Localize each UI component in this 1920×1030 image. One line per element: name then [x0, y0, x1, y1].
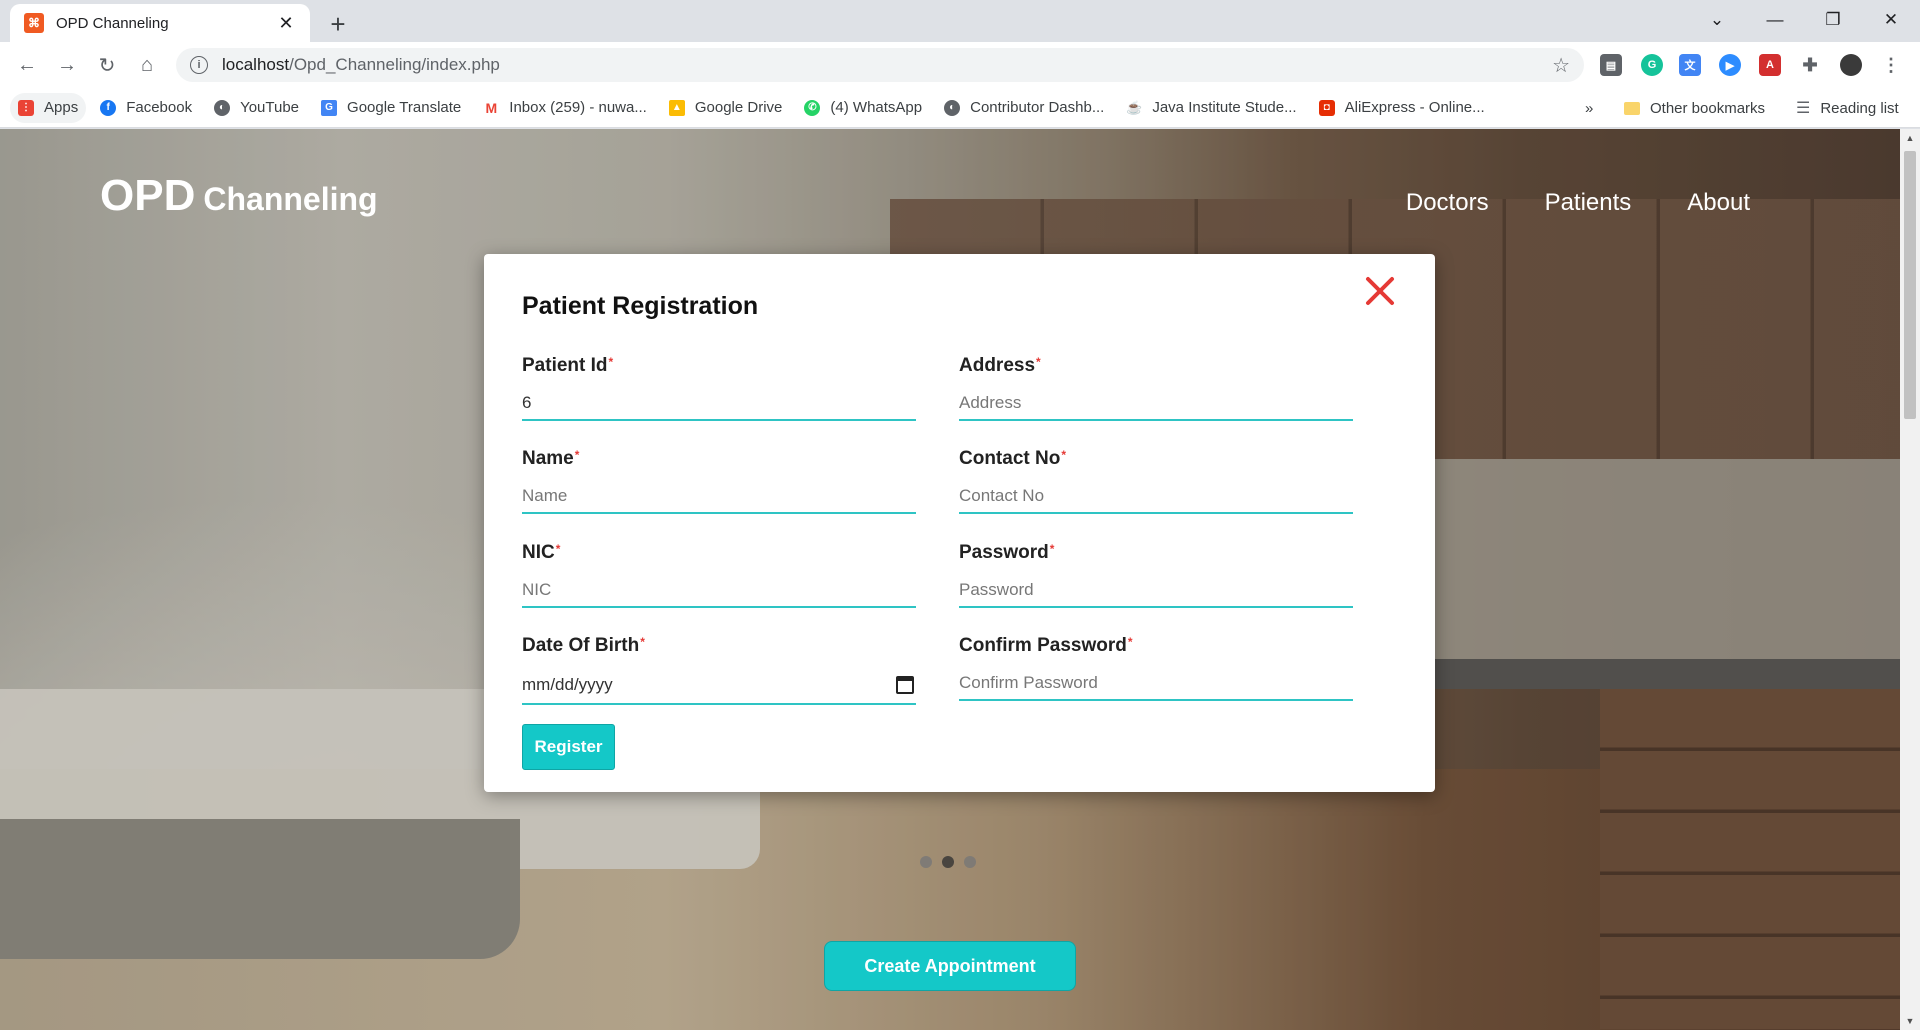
bookmarks-overflow-button[interactable]: » [1585, 88, 1593, 128]
create-appointment-button[interactable]: Create Appointment [824, 941, 1076, 991]
bookmark-google-translate[interactable]: G Google Translate [313, 93, 469, 123]
gmail-icon: M [483, 99, 500, 116]
bookmark-java-institute[interactable]: ☕ Java Institute Stude... [1118, 93, 1304, 123]
address-input[interactable] [959, 387, 1353, 421]
bookmark-star-icon[interactable]: ☆ [1552, 53, 1570, 78]
other-bookmarks-folder[interactable]: Other bookmarks [1624, 88, 1765, 128]
facebook-icon: f [100, 99, 117, 116]
carousel-indicators [920, 856, 976, 868]
contact-no-field: Contact No* [959, 448, 1353, 514]
java-icon: ☕ [1126, 99, 1143, 116]
bookmarks-bar: ⋮ Apps f Facebook ◐ YouTube G Google Tra… [0, 88, 1920, 128]
bookmark-facebook[interactable]: f Facebook [92, 93, 200, 123]
nav-doctors[interactable]: Doctors [1406, 189, 1489, 217]
scroll-down-arrow-icon[interactable]: ▼ [1905, 1016, 1915, 1026]
globe-icon: ◐ [214, 99, 231, 116]
scrollbar-thumb[interactable] [1904, 151, 1916, 419]
browser-tab[interactable]: ⌘ OPD Channeling ✕ [10, 4, 310, 42]
carousel-dot[interactable] [964, 856, 976, 868]
whatsapp-icon: ✆ [804, 99, 821, 116]
google-drive-icon: ▲ [668, 99, 685, 116]
nic-field: NIC* [522, 542, 916, 608]
pdf-extension-icon[interactable]: A [1759, 54, 1781, 76]
extensions-puzzle-icon[interactable]: ✚ [1799, 54, 1821, 76]
close-tab-icon[interactable]: ✕ [276, 13, 296, 34]
tab-strip: ⌘ OPD Channeling ✕ + ⌄ — ❐ ✕ [0, 0, 1920, 42]
bookmark-apps[interactable]: ⋮ Apps [10, 92, 87, 123]
confirm-password-input[interactable] [959, 667, 1353, 701]
url-text[interactable]: localhost/Opd_Channeling/index.php [222, 55, 1552, 75]
nav-patients[interactable]: Patients [1545, 189, 1632, 217]
tab-title: OPD Channeling [56, 14, 169, 32]
password-field: Password* [959, 542, 1353, 608]
browser-toolbar: ← → ↻ ⌂ i localhost/Opd_Channeling/index… [0, 42, 1920, 88]
name-input[interactable] [522, 480, 916, 514]
confirm-password-field: Confirm Password* [959, 635, 1353, 701]
bookmark-google-drive[interactable]: ▲ Google Drive [661, 93, 791, 123]
close-icon[interactable] [1363, 274, 1397, 308]
home-icon[interactable]: ⌂ [132, 50, 162, 80]
restore-button[interactable]: ❐ [1804, 0, 1862, 40]
menu-kebab-icon[interactable]: ⋮ [1880, 54, 1902, 76]
nav-about[interactable]: About [1687, 189, 1750, 217]
forward-icon[interactable]: → [52, 50, 82, 80]
carousel-dot-active[interactable] [942, 856, 954, 868]
reload-icon[interactable]: ↻ [92, 50, 122, 80]
page-viewport: OPD Channeling Doctors Patients About Pat… [0, 129, 1900, 1030]
modal-title: Patient Registration [522, 292, 759, 320]
site-info-icon[interactable]: i [190, 56, 208, 74]
site-nav: Doctors Patients About [1406, 189, 1750, 217]
close-window-button[interactable]: ✕ [1862, 0, 1920, 40]
reading-list-icon: ☰ [1796, 100, 1811, 117]
bookmark-gmail[interactable]: M Inbox (259) - nuwa... [475, 93, 655, 123]
globe-icon: ◐ [944, 99, 961, 116]
minimize-button[interactable]: — [1746, 0, 1804, 40]
tab-search-icon[interactable]: ⌄ [1688, 0, 1746, 40]
patient-registration-modal: Patient Registration Patient Id* Name* N… [484, 254, 1435, 792]
register-button[interactable]: Register [522, 724, 615, 770]
window-controls: ⌄ — ❐ ✕ [1688, 0, 1920, 40]
reading-list-button[interactable]: ☰ Reading list [1796, 88, 1899, 128]
profile-avatar[interactable] [1840, 54, 1862, 76]
patient-id-input[interactable] [522, 387, 916, 421]
apps-grid-icon: ⋮ [18, 99, 34, 116]
bookmark-whatsapp[interactable]: ✆ (4) WhatsApp [796, 93, 930, 123]
address-bar[interactable]: i localhost/Opd_Channeling/index.php ☆ [176, 48, 1584, 82]
patient-id-field: Patient Id* [522, 355, 916, 421]
contact-no-input[interactable] [959, 480, 1353, 514]
back-icon[interactable]: ← [12, 50, 42, 80]
site-logo[interactable]: OPD Channeling [100, 171, 378, 221]
reader-extension-icon[interactable]: ▤ [1600, 54, 1622, 76]
zoom-extension-icon[interactable]: ▶ [1719, 54, 1741, 76]
folder-icon [1624, 101, 1640, 115]
carousel-dot[interactable] [920, 856, 932, 868]
bookmark-youtube[interactable]: ◐ YouTube [206, 93, 307, 123]
new-tab-button[interactable]: + [322, 8, 354, 40]
scroll-up-arrow-icon[interactable]: ▲ [1905, 133, 1915, 143]
bookmark-aliexpress[interactable]: ◘ AliExpress - Online... [1311, 93, 1493, 123]
google-translate-icon: G [321, 99, 338, 116]
password-input[interactable] [959, 574, 1353, 608]
dob-date-input[interactable]: mm/dd/yyyy [522, 667, 916, 705]
name-field: Name* [522, 448, 916, 514]
dob-field: Date Of Birth* mm/dd/yyyy [522, 635, 916, 705]
address-field: Address* [959, 355, 1353, 421]
page-scrollbar[interactable]: ▲ ▼ [1900, 129, 1920, 1030]
calendar-icon[interactable] [896, 676, 914, 694]
xampp-favicon-icon: ⌘ [24, 13, 44, 33]
nic-input[interactable] [522, 574, 916, 608]
aliexpress-icon: ◘ [1318, 99, 1335, 116]
translate-extension-icon[interactable]: 文 [1679, 54, 1701, 76]
bookmark-contributor-dashboard[interactable]: ◐ Contributor Dashb... [936, 93, 1112, 123]
grammarly-extension-icon[interactable]: G [1641, 54, 1663, 76]
